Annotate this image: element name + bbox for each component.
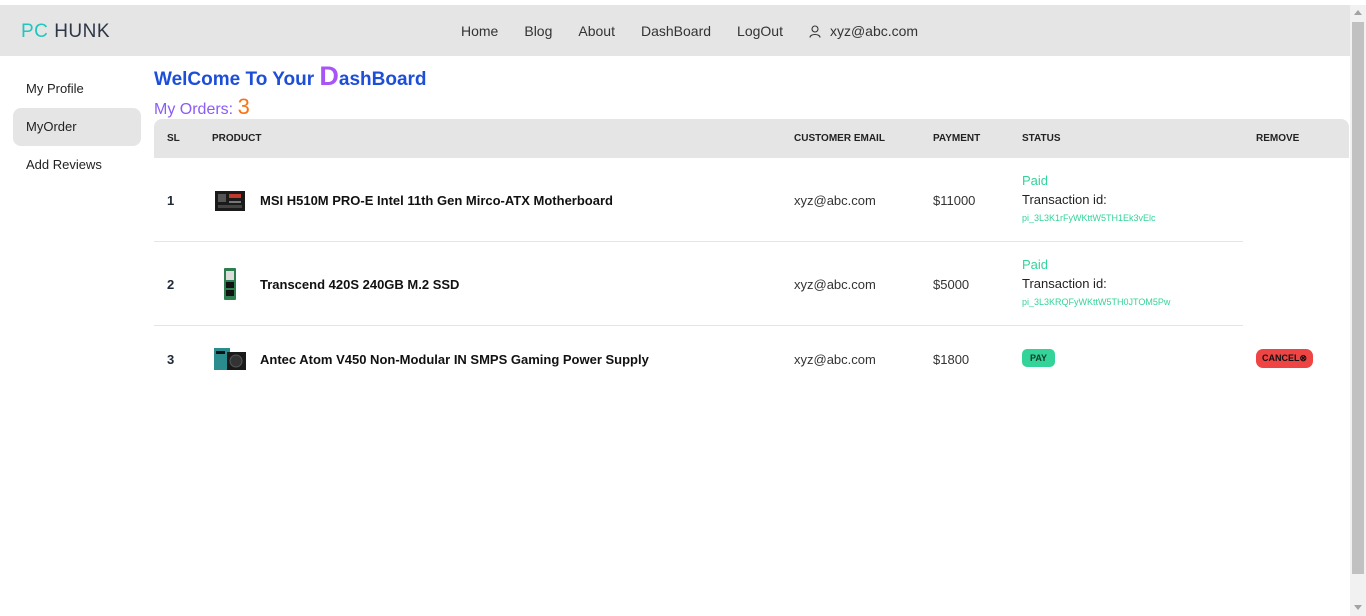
transaction-id: pi_3L3K1rFyWKttW5TH1Ek3vElc	[1022, 213, 1156, 223]
power-supply-image	[214, 348, 246, 370]
cancel-button[interactable]: CANCEL⊗	[1256, 349, 1314, 368]
customer-email: xyz@abc.com	[794, 352, 876, 367]
nav-about[interactable]: About	[578, 23, 615, 39]
navbar: PC HUNK Home Blog About DashBoard LogOut…	[0, 5, 1350, 56]
orders-table: SL PRODUCT CUSTOMER EMAIL PAYMENT STATUS…	[154, 119, 1349, 392]
header-status: STATUS	[1022, 133, 1061, 144]
header-product: PRODUCT	[212, 133, 262, 144]
welcome-part2: ashBoard	[338, 69, 427, 90]
ssd-image	[224, 268, 236, 300]
welcome-part1: WelCome To Your	[154, 69, 320, 90]
user-icon	[809, 25, 821, 38]
vertical-scrollbar[interactable]	[1350, 5, 1366, 616]
row-sl: 3	[167, 352, 175, 367]
pay-button[interactable]: PAY	[1022, 349, 1056, 367]
product-name: MSI H510M PRO-E Intel 11th Gen Mirco-ATX…	[260, 193, 613, 208]
customer-email: xyz@abc.com	[794, 193, 876, 208]
header-payment: PAYMENT	[933, 133, 981, 144]
scrollbar-thumb[interactable]	[1352, 22, 1364, 574]
status-paid: Paid	[1022, 173, 1049, 188]
scroll-up-arrow-icon[interactable]	[1354, 10, 1362, 15]
row-sl: 2	[167, 277, 175, 292]
user-account[interactable]: xyz@abc.com	[809, 23, 918, 39]
payment-amount: $11000	[933, 193, 976, 208]
payment-amount: $5000	[933, 277, 970, 292]
sidebar: My Profile MyOrder Add Reviews	[13, 70, 141, 184]
transaction-label: Transaction id:	[1022, 276, 1107, 291]
nav-home[interactable]: Home	[461, 23, 498, 39]
brand-part1: PC	[21, 21, 49, 42]
table-row: 1 MSI H510M PRO-E Intel 11th Gen Mirco-A…	[154, 158, 1243, 242]
header-remove: REMOVE	[1256, 133, 1300, 144]
status-paid: Paid	[1022, 257, 1049, 272]
sidebar-item-my-profile[interactable]: My Profile	[13, 70, 141, 108]
nav-links: Home Blog About DashBoard LogOut xyz@abc…	[461, 23, 918, 39]
brand-part2: HUNK	[54, 21, 111, 42]
header-email: CUSTOMER EMAIL	[794, 133, 885, 144]
header-sl: SL	[167, 133, 180, 144]
transaction-label: Transaction id:	[1022, 192, 1107, 207]
transaction-id: pi_3L3KRQFyWKttW5TH0JTOM5Pw	[1022, 297, 1171, 307]
nav-dashboard[interactable]: DashBoard	[641, 23, 711, 39]
nav-blog[interactable]: Blog	[524, 23, 552, 39]
sidebar-item-my-order[interactable]: MyOrder	[13, 108, 141, 146]
status-cell: Paid Transaction id: pi_3L3K1rFyWKttW5TH…	[1022, 173, 1156, 223]
user-email: xyz@abc.com	[829, 23, 919, 39]
nav-logout[interactable]: LogOut	[737, 23, 783, 39]
product-name: Antec Atom V450 Non-Modular IN SMPS Gami…	[260, 352, 649, 367]
page-title: WelCome To Your DashBoard	[154, 61, 427, 92]
sidebar-item-add-reviews[interactable]: Add Reviews	[13, 146, 141, 184]
motherboard-image	[215, 191, 245, 211]
product-name: Transcend 420S 240GB M.2 SSD	[260, 277, 460, 292]
table-header: SL PRODUCT CUSTOMER EMAIL PAYMENT STATUS…	[154, 119, 1349, 158]
payment-amount: $1800	[933, 352, 970, 367]
welcome-big-letter: D	[319, 61, 339, 91]
table-row: 3 Antec Atom V450 Non-Modular IN SMPS Ga…	[154, 326, 1314, 392]
status-cell: Paid Transaction id: pi_3L3KRQFyWKttW5TH…	[1022, 257, 1170, 307]
orders-count: My Orders: 3	[154, 94, 250, 120]
orders-number: 3	[237, 94, 250, 119]
scroll-down-arrow-icon[interactable]	[1354, 605, 1362, 610]
orders-label: My Orders:	[154, 101, 238, 118]
table-row: 2 Transcend 420S 240GB M.2 SSD xyz@abc.c…	[154, 242, 1243, 326]
customer-email: xyz@abc.com	[794, 277, 876, 292]
brand-logo[interactable]: PC HUNK	[21, 21, 110, 43]
row-sl: 1	[167, 193, 175, 208]
